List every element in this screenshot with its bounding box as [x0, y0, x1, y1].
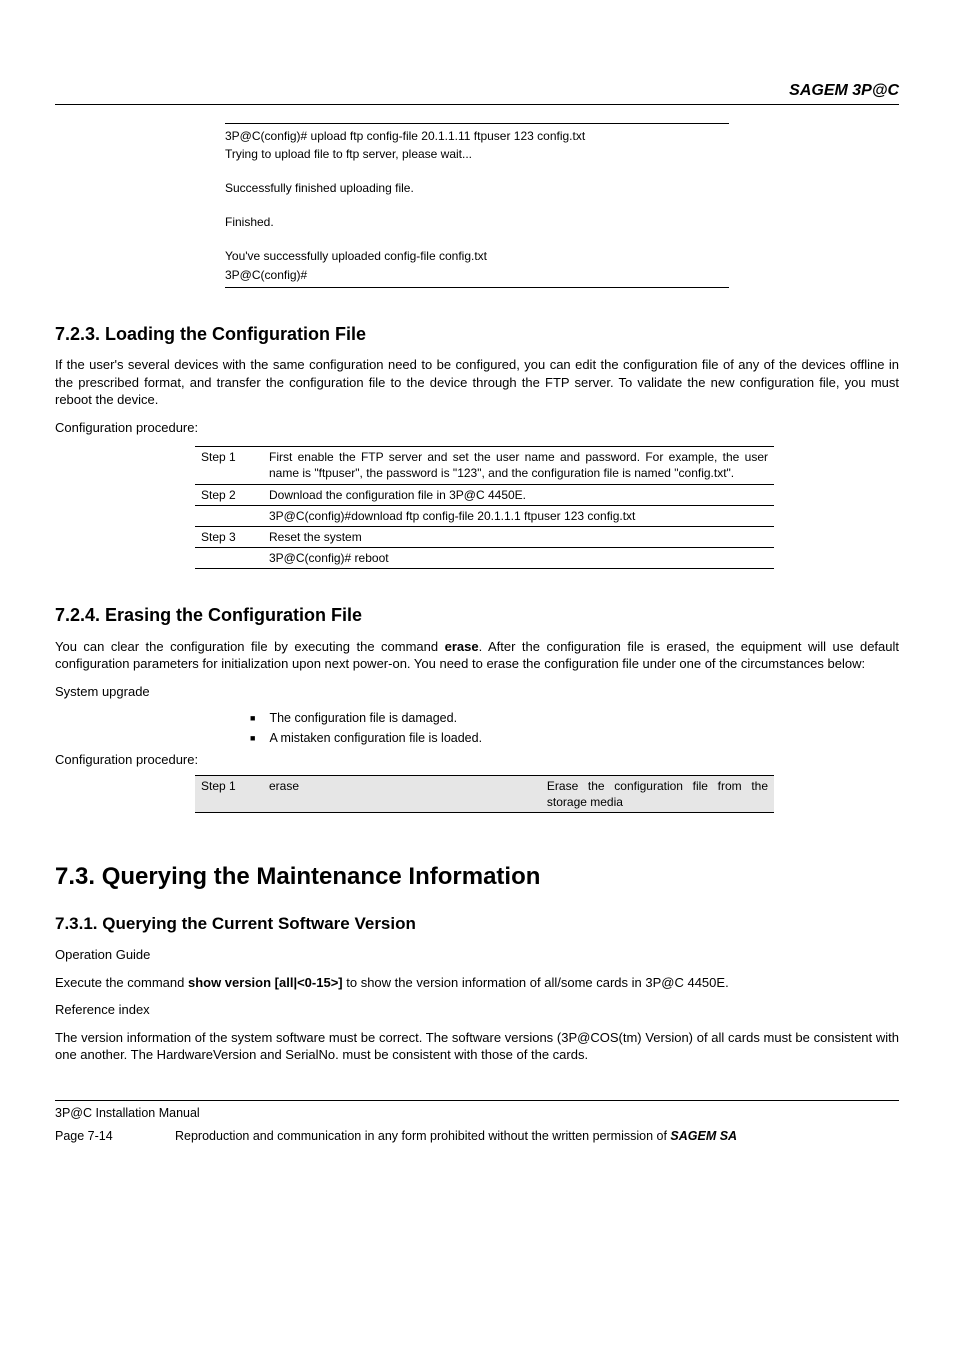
para-pre: You can clear the configuration file by …	[55, 639, 445, 654]
list-item: The configuration file is damaged.	[250, 710, 899, 727]
config-procedure-label: Configuration procedure:	[55, 419, 899, 437]
para-724: You can clear the configuration file by …	[55, 638, 899, 673]
step-label: Step 2	[195, 484, 263, 505]
step-label: Step 3	[195, 526, 263, 547]
para-post: to show the version information of all/s…	[343, 975, 729, 990]
code-line: Finished.	[225, 214, 729, 230]
cmd-show-version: show version [all|<0-15>]	[188, 975, 343, 990]
config-procedure-label: Configuration procedure:	[55, 751, 899, 769]
steps-table-723: Step 1 First enable the FTP server and s…	[195, 446, 774, 569]
step-desc: Erase the configuration file from the st…	[541, 775, 774, 812]
para-731-2: The version information of the system so…	[55, 1029, 899, 1064]
heading-723: 7.2.3. Loading the Configuration File	[55, 322, 899, 346]
para-731-1: Execute the command show version [all|<0…	[55, 974, 899, 992]
bullet-list: The configuration file is damaged. A mis…	[250, 710, 899, 747]
para-723: If the user's several devices with the s…	[55, 356, 899, 409]
operation-guide: Operation Guide	[55, 946, 899, 964]
step-label: Step 1	[195, 775, 263, 812]
steps-table-724: Step 1 erase Erase the configuration fil…	[195, 775, 774, 813]
heading-731: 7.3.1. Querying the Current Software Ver…	[55, 913, 899, 936]
code-line: 3P@C(config)# upload ftp config-file 20.…	[225, 128, 729, 144]
page-number: Page 7-14	[55, 1128, 175, 1145]
code-line: You've successfully uploaded config-file…	[225, 248, 729, 264]
upload-code-block: 3P@C(config)# upload ftp config-file 20.…	[225, 123, 729, 288]
step-desc: Download the configuration file in 3P@C …	[263, 484, 774, 505]
list-item: A mistaken configuration file is loaded.	[250, 730, 899, 747]
reference-index: Reference index	[55, 1001, 899, 1019]
code-line: Trying to upload file to ftp server, ple…	[225, 146, 729, 162]
brand-header: SAGEM 3P@C	[55, 80, 899, 105]
heading-724: 7.2.4. Erasing the Configuration File	[55, 603, 899, 627]
sagem-sa: SAGEM SA	[670, 1129, 737, 1143]
footer-text: Reproduction and communication in any fo…	[175, 1128, 899, 1145]
step-desc: First enable the FTP server and set the …	[263, 447, 774, 484]
step-label: Step 1	[195, 447, 263, 484]
step-code: 3P@C(config)#download ftp config-file 20…	[263, 505, 774, 526]
manual-title: 3P@C Installation Manual	[55, 1105, 899, 1122]
page-footer: 3P@C Installation Manual Page 7-14 Repro…	[55, 1100, 899, 1145]
system-upgrade: System upgrade	[55, 683, 899, 701]
step-desc: Reset the system	[263, 526, 774, 547]
heading-73: 7.3. Querying the Maintenance Informatio…	[55, 861, 899, 893]
code-line: Successfully finished uploading file.	[225, 180, 729, 196]
step-cmd: erase	[263, 775, 541, 812]
para-pre: Execute the command	[55, 975, 188, 990]
cmd-erase: erase	[445, 639, 479, 654]
code-line: 3P@C(config)#	[225, 267, 729, 283]
step-code: 3P@C(config)# reboot	[263, 548, 774, 569]
